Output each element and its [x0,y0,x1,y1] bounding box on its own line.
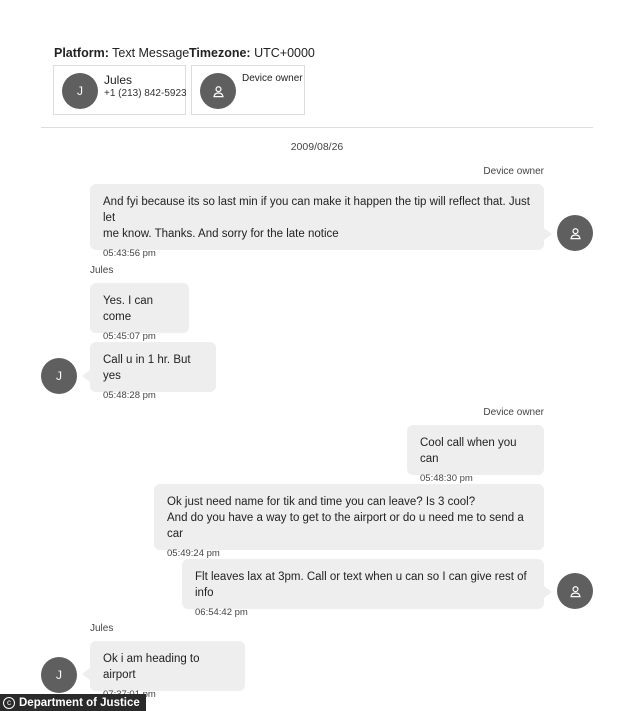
message-text: Ok just need name for tik and time you c… [167,496,524,540]
platform-value: Text Message [112,46,190,60]
message-text: Ok i am heading to airport [103,653,200,681]
message-bubble-incoming[interactable]: Call u in 1 hr. But yes 05:48:28 pm [90,342,216,401]
message-bubble-outgoing[interactable]: Ok just need name for tik and time you c… [154,484,544,559]
contact-initial: J [56,369,62,383]
person-icon [212,85,224,97]
sender-label: Device owner [483,407,544,418]
message-time: 05:48:28 pm [103,390,156,401]
message-text: Flt leaves lax at 3pm. Call or text when… [195,571,527,599]
timezone-info: Timezone: UTC+0000 [189,46,315,60]
message-bubble-outgoing[interactable]: And fyi because its so last min if you c… [90,184,544,259]
header-divider [41,127,593,128]
owner-card[interactable]: Device owner [191,65,305,115]
message-bubble-outgoing[interactable]: Flt leaves lax at 3pm. Call or text when… [182,559,544,618]
platform-info: Platform: Text Message [54,46,189,60]
contact-name: Jules [104,73,133,87]
owner-avatar [200,73,236,109]
owner-avatar [557,573,593,609]
message-bubble-outgoing[interactable]: Cool call when you can 05:48:30 pm [407,425,544,484]
message-bubble-incoming[interactable]: Yes. I can come 05:45:07 pm [90,283,189,342]
timezone-value: UTC+0000 [254,46,315,60]
sender-label: Jules [90,265,114,276]
contact-initial: J [77,84,83,98]
owner-name: Device owner [242,73,303,84]
platform-label: Platform: [54,46,109,60]
contact-card[interactable]: J Jules +1 (213) 842-5923 [53,65,187,115]
message-time: 06:54:42 pm [195,607,248,618]
source-watermark: c Department of Justice [0,694,146,711]
contact-avatar: J [41,657,77,693]
bubble-tail [544,586,552,598]
contact-avatar: J [41,358,77,394]
message-text: Cool call when you can [420,437,517,465]
contact-phone: +1 (213) 842-5923 [104,88,187,99]
message-text: Call u in 1 hr. But yes [103,354,191,382]
bubble-tail [82,370,90,382]
person-icon [569,227,581,239]
copyright-icon: c [3,696,15,709]
message-time: 05:43:56 pm [103,248,156,259]
bubble-tail [544,228,552,240]
person-icon [569,585,581,597]
timezone-label: Timezone: [189,46,251,60]
owner-avatar [557,215,593,251]
sender-label: Jules [90,623,114,634]
message-text: And fyi because its so last min if you c… [103,196,530,240]
message-bubble-incoming[interactable]: Ok i am heading to airport 07:37:01 pm [90,641,245,700]
message-text: Yes. I can come [103,295,154,323]
bubble-tail [82,668,90,680]
date-separator: 2009/08/26 [290,141,344,153]
contact-initial: J [56,668,62,682]
contact-avatar: J [62,73,98,109]
sender-label: Device owner [483,166,544,177]
source-label: Department of Justice [19,696,140,709]
